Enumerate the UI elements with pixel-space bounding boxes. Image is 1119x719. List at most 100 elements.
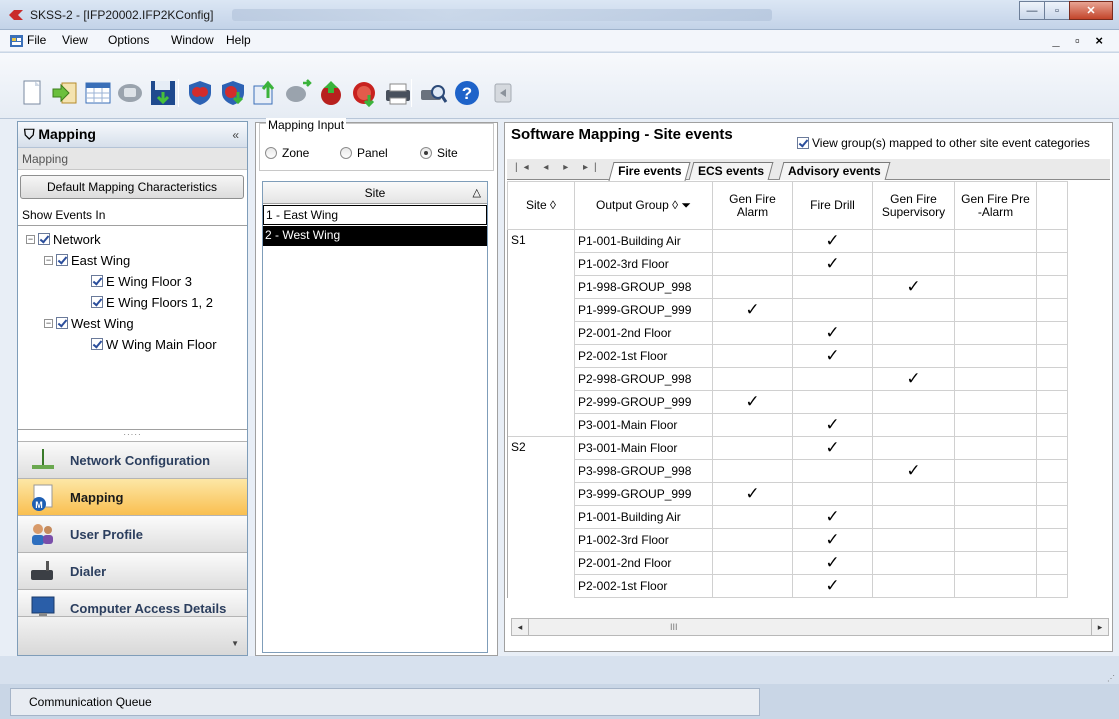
- mapping-cell[interactable]: [712, 436, 793, 460]
- mapping-cell[interactable]: ✓: [792, 528, 873, 552]
- radio-icon[interactable]: [420, 147, 432, 159]
- output-group-cell[interactable]: P2-002-1st Floor: [574, 344, 713, 368]
- mapping-cell[interactable]: [872, 574, 955, 598]
- tree-node[interactable]: − Network: [26, 230, 101, 248]
- mapping-cell[interactable]: ✓: [792, 505, 873, 529]
- export-upload-icon[interactable]: [251, 78, 281, 108]
- checkbox-icon[interactable]: [91, 275, 103, 287]
- mapping-cell[interactable]: [954, 436, 1037, 460]
- shield-download-icon[interactable]: [218, 78, 248, 108]
- tree-node[interactable]: − East Wing: [44, 251, 130, 269]
- communication-queue[interactable]: Communication Queue: [10, 688, 760, 716]
- mapping-cell[interactable]: [872, 229, 955, 253]
- mapping-cell[interactable]: [712, 344, 793, 368]
- menu-window[interactable]: Window: [171, 33, 214, 47]
- table-row[interactable]: P2-001-2nd Floor ✓: [507, 551, 1068, 575]
- new-document-icon[interactable]: [17, 78, 47, 108]
- menu-file[interactable]: File: [27, 33, 46, 47]
- table-row[interactable]: S1 P1-001-Building Air ✓: [507, 229, 1068, 253]
- mapping-cell[interactable]: [954, 551, 1037, 575]
- mdi-controls[interactable]: _ ▫ ×: [1052, 33, 1109, 48]
- output-group-cell[interactable]: P2-001-2nd Floor: [574, 321, 713, 345]
- output-group-cell[interactable]: P1-999-GROUP_999: [574, 298, 713, 322]
- mapping-cell[interactable]: ✓: [792, 551, 873, 575]
- table-row[interactable]: P1-999-GROUP_999 ✓: [507, 298, 1068, 322]
- tab-ecs-events[interactable]: ECS events: [688, 162, 774, 180]
- mapping-cell[interactable]: ✓: [872, 275, 955, 299]
- tab-navigation-arrows[interactable]: |◂ ◂ ▸ ▸|: [515, 162, 603, 173]
- table-row[interactable]: P3-998-GROUP_998 ✓: [507, 459, 1068, 483]
- mapping-cell[interactable]: [712, 459, 793, 483]
- mapping-cell[interactable]: [872, 321, 955, 345]
- nav-mapping[interactable]: M Mapping: [18, 478, 247, 515]
- output-group-cell[interactable]: P1-001-Building Air: [574, 229, 713, 253]
- green-up-arrow-icon[interactable]: [316, 78, 346, 108]
- table-row[interactable]: P3-999-GROUP_999 ✓: [507, 482, 1068, 506]
- mapping-cell[interactable]: [712, 275, 793, 299]
- output-group-cell[interactable]: P2-998-GROUP_998: [574, 367, 713, 391]
- help-icon[interactable]: ?: [452, 78, 482, 108]
- scroll-thumb[interactable]: III: [670, 622, 678, 632]
- view-groups-checkbox[interactable]: View group(s) mapped to other site event…: [797, 136, 1090, 150]
- mapping-cell[interactable]: ✓: [792, 436, 873, 460]
- table-row[interactable]: P3-001-Main Floor ✓: [507, 413, 1068, 437]
- radio-icon[interactable]: [265, 147, 277, 159]
- checkbox-icon[interactable]: [797, 137, 809, 149]
- red-download-icon[interactable]: [349, 78, 379, 108]
- mapping-cell[interactable]: ✓: [792, 413, 873, 437]
- expander-icon[interactable]: −: [44, 255, 53, 265]
- table-row[interactable]: P2-998-GROUP_998 ✓: [507, 367, 1068, 391]
- output-group-cell[interactable]: P2-999-GROUP_999: [574, 390, 713, 414]
- mapping-cell[interactable]: ✓: [792, 321, 873, 345]
- menu-view[interactable]: View: [62, 33, 88, 47]
- output-group-cell[interactable]: P3-001-Main Floor: [574, 413, 713, 437]
- mapping-cell[interactable]: [872, 252, 955, 276]
- table-row[interactable]: P1-001-Building Air ✓: [507, 505, 1068, 529]
- mapping-cell[interactable]: [954, 321, 1037, 345]
- menu-options[interactable]: Options: [108, 33, 149, 47]
- mapping-cell[interactable]: [954, 229, 1037, 253]
- expander-icon[interactable]: −: [44, 318, 53, 328]
- mapping-cell[interactable]: [954, 574, 1037, 598]
- mapping-cell[interactable]: [954, 482, 1037, 506]
- output-group-cell[interactable]: P2-001-2nd Floor: [574, 551, 713, 575]
- printer-icon[interactable]: [383, 78, 413, 108]
- mapping-cell[interactable]: [712, 321, 793, 345]
- shield-heart-icon[interactable]: [185, 78, 215, 108]
- tab-advisory-events[interactable]: Advisory events: [778, 162, 891, 180]
- nav-overflow[interactable]: ▼: [18, 616, 247, 655]
- scroll-right-icon[interactable]: ▸: [1091, 619, 1108, 635]
- mapping-cell[interactable]: [712, 551, 793, 575]
- mapping-cell[interactable]: [792, 390, 873, 414]
- expander-icon[interactable]: −: [26, 234, 35, 244]
- radio-panel[interactable]: Panel: [340, 146, 388, 160]
- column-header[interactable]: Gen Fire Supervisory: [872, 181, 955, 230]
- mapping-cell[interactable]: [712, 252, 793, 276]
- resize-grip-icon[interactable]: ⋰: [1107, 674, 1115, 683]
- site-list-item[interactable]: 2 - West Wing: [263, 226, 487, 246]
- column-header[interactable]: [1036, 181, 1068, 230]
- save-disk-icon[interactable]: [148, 78, 178, 108]
- mapping-cell[interactable]: [792, 275, 873, 299]
- calendar-grid-icon[interactable]: [83, 78, 113, 108]
- table-row[interactable]: S2 P3-001-Main Floor ✓: [507, 436, 1068, 460]
- mapping-cell[interactable]: [712, 505, 793, 529]
- mapping-cell[interactable]: [872, 528, 955, 552]
- mapping-cell[interactable]: [872, 413, 955, 437]
- mapping-cell[interactable]: [712, 367, 793, 391]
- mapping-cell[interactable]: ✓: [792, 344, 873, 368]
- table-row[interactable]: P2-002-1st Floor ✓: [507, 344, 1068, 368]
- checkbox-icon[interactable]: [56, 317, 68, 329]
- mapping-cell[interactable]: [712, 413, 793, 437]
- mapping-cell[interactable]: [712, 574, 793, 598]
- mapping-cell[interactable]: ✓: [712, 298, 793, 322]
- column-header[interactable]: Site ◊: [507, 181, 575, 230]
- tree-node[interactable]: E Wing Floors 1, 2: [91, 293, 213, 311]
- mapping-cell[interactable]: [954, 505, 1037, 529]
- radio-site[interactable]: Site: [420, 146, 458, 160]
- mapping-cell[interactable]: [712, 528, 793, 552]
- table-row[interactable]: P1-002-3rd Floor ✓: [507, 252, 1068, 276]
- chevron-down-icon[interactable]: ▼: [231, 639, 239, 648]
- nav-dialer[interactable]: Dialer: [18, 552, 247, 589]
- mapping-cell[interactable]: [954, 390, 1037, 414]
